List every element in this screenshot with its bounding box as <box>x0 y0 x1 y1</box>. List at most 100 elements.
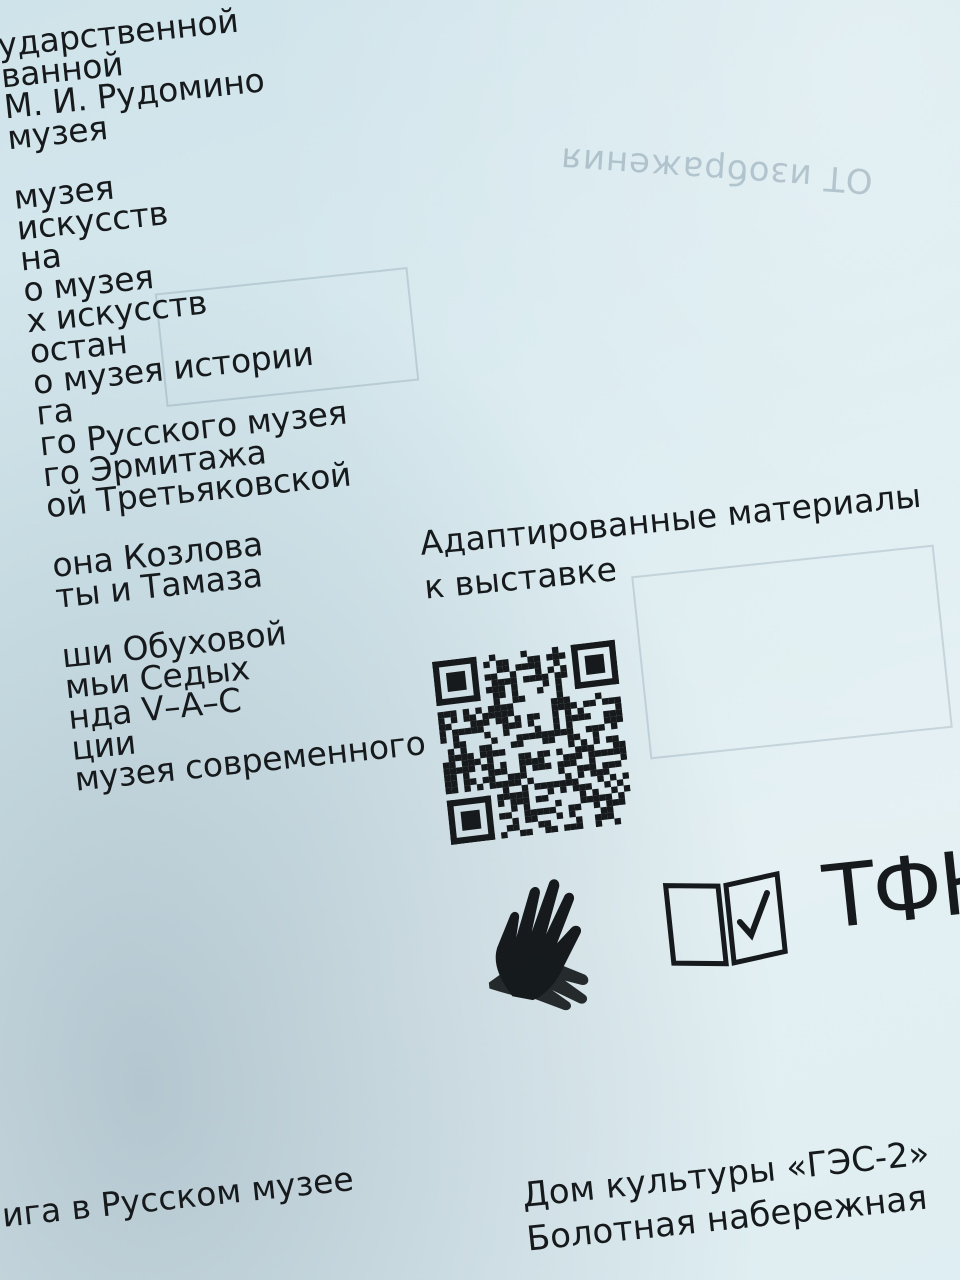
qr-module <box>453 741 461 749</box>
qr-module <box>450 716 458 724</box>
qr-module <box>506 824 514 832</box>
qr-module <box>552 716 560 724</box>
qr-module <box>524 816 532 824</box>
qr-module <box>609 709 617 717</box>
qr-module <box>535 795 543 803</box>
qr-module <box>596 768 604 776</box>
qr-module <box>553 780 560 788</box>
qr-module <box>508 779 516 787</box>
qr-module <box>557 760 565 768</box>
qr-module <box>527 662 535 670</box>
qr-module <box>564 708 572 716</box>
qr-module <box>542 737 550 745</box>
qr-module <box>534 667 542 675</box>
qr-code[interactable] <box>432 639 634 845</box>
qr-module <box>511 689 519 697</box>
qr-module <box>603 710 611 718</box>
qr-module <box>612 741 620 749</box>
qr-module <box>593 801 601 809</box>
qr-module <box>590 769 598 777</box>
qr-module <box>437 718 445 726</box>
qr-module <box>548 736 556 744</box>
qr-module <box>588 750 596 758</box>
qr-module <box>572 784 580 792</box>
qr-module <box>500 703 508 712</box>
qr-module <box>535 674 543 682</box>
qr-module <box>597 775 605 783</box>
qr-module <box>602 761 610 769</box>
qr-module <box>528 732 536 740</box>
qr-finder <box>570 644 582 690</box>
qr-module <box>518 752 526 760</box>
qr-module <box>462 708 470 716</box>
qr-module <box>447 748 455 756</box>
qr-module <box>605 793 613 801</box>
qr-module <box>498 685 506 693</box>
qr-module <box>524 752 532 760</box>
qr-module <box>592 731 600 739</box>
qr-module <box>619 746 627 754</box>
qr-module <box>555 748 563 756</box>
qr-module <box>564 772 572 780</box>
venue-address: Дом культуры «ГЭС-2» Болотная набережная <box>520 1131 936 1261</box>
qr-module <box>542 679 550 687</box>
qr-module <box>536 686 544 694</box>
qr-module <box>610 722 618 730</box>
qr-module <box>614 702 622 710</box>
qr-module <box>485 744 493 752</box>
qr-module <box>582 700 590 708</box>
qr-module <box>612 798 620 806</box>
qr-module <box>535 731 543 739</box>
qr-module <box>540 782 548 790</box>
qr-module <box>444 723 452 731</box>
qr-module <box>551 825 559 833</box>
qr-module <box>552 659 560 667</box>
qr-module <box>570 823 578 831</box>
qr-module <box>554 799 562 807</box>
qr-module <box>475 707 483 715</box>
qr-module <box>556 697 564 705</box>
qr-module <box>538 820 546 828</box>
qr-module <box>560 670 568 679</box>
qr-module <box>526 828 534 836</box>
qr-module <box>571 778 579 786</box>
qr-module <box>557 767 565 775</box>
qr-module <box>469 778 477 786</box>
qr-module <box>521 784 529 792</box>
qr-module <box>607 748 614 756</box>
qr-module <box>497 678 505 686</box>
qr-module <box>589 763 597 771</box>
qr-module <box>505 812 513 820</box>
qr-module <box>512 817 520 825</box>
qr-module <box>486 756 494 764</box>
qr-module <box>562 753 570 761</box>
qr-module <box>495 659 503 667</box>
qr-module <box>547 787 555 795</box>
qr-module <box>534 725 542 733</box>
qr-module <box>554 678 562 686</box>
qr-module <box>509 792 517 800</box>
qr-module <box>583 764 591 772</box>
qr-module <box>500 767 508 775</box>
qr-module <box>454 754 462 762</box>
qr-module <box>510 798 518 806</box>
qr-module <box>519 829 527 837</box>
qr-module <box>609 773 617 781</box>
qr-module <box>591 724 599 732</box>
qr-module <box>438 724 446 732</box>
qr-module <box>556 690 564 698</box>
qr-module <box>510 683 518 691</box>
qr-module <box>586 795 594 803</box>
qr-module <box>512 696 520 704</box>
qr-module <box>500 831 508 839</box>
qr-module <box>494 768 502 776</box>
qr-module <box>613 747 621 755</box>
qr-module <box>502 722 510 730</box>
qr-module <box>570 701 578 709</box>
qr-module <box>515 663 523 671</box>
qr-module <box>529 674 537 682</box>
qr-module <box>496 793 504 801</box>
qr-module <box>580 738 588 746</box>
qr-module <box>574 745 582 754</box>
qr-module <box>592 794 600 802</box>
